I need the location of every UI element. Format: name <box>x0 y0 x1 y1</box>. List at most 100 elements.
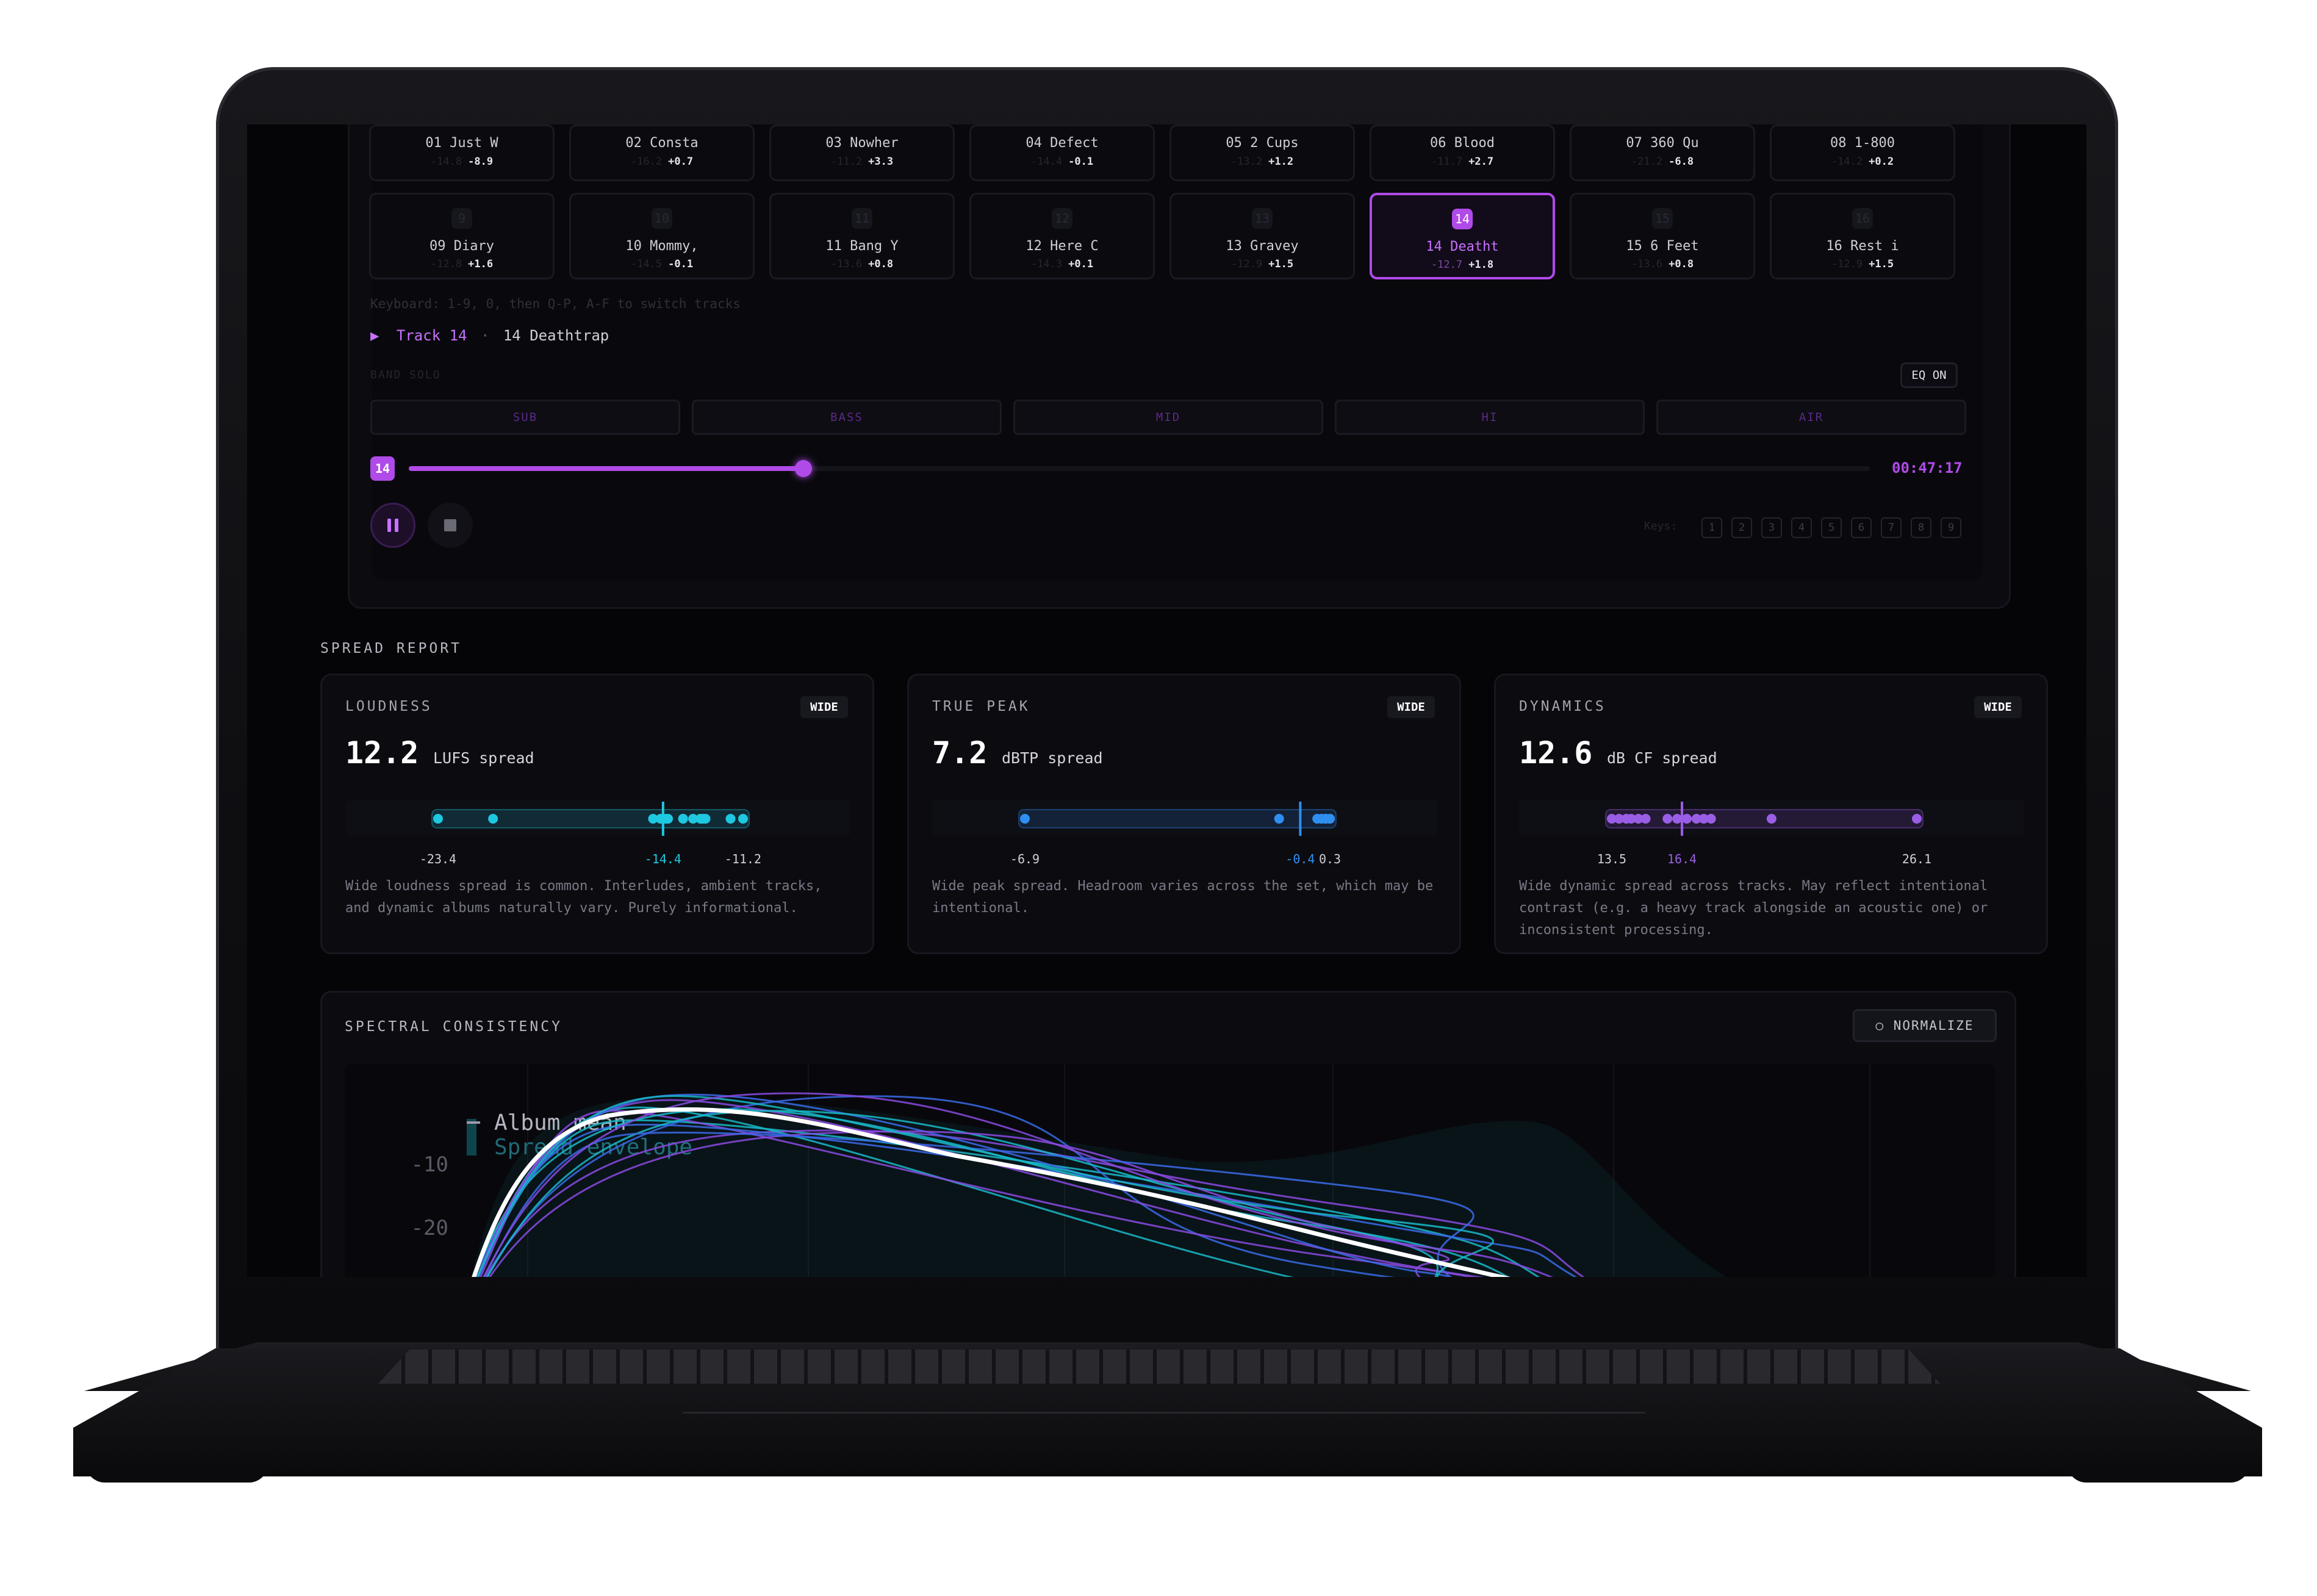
track-values: -14.8 -8.9 <box>371 156 553 168</box>
spread-min-label: -23.4 <box>420 852 456 866</box>
track-values: -14.3 +0.1 <box>971 258 1153 270</box>
pause-icon <box>387 519 398 532</box>
track-tile[interactable]: 01 Just W -14.8 -8.9 <box>369 124 555 181</box>
track-name: 10 Mommy, <box>625 239 699 254</box>
eq-toggle-button[interactable]: EQ ON <box>1900 362 1958 388</box>
track-tile[interactable]: 10 10 Mommy, -14.5 -0.1 <box>569 193 755 279</box>
spread-max-label: 26.1 <box>1902 852 1931 866</box>
track-name: 13 Gravey <box>1226 239 1299 254</box>
track-values: -11.7 +2.7 <box>1371 156 1553 168</box>
track-tile[interactable]: 02 Consta -16.2 +0.7 <box>569 124 755 181</box>
track-tile[interactable]: 11 11 Bang Y -13.6 +0.8 <box>769 193 955 279</box>
track-name: 11 Bang Y <box>825 239 899 254</box>
track-tile[interactable]: 12 12 Here C -14.3 +0.1 <box>969 193 1155 279</box>
spread-track-point <box>1640 814 1651 824</box>
key-9-button[interactable]: 9 <box>1941 517 1961 538</box>
y-tick-label: -10 <box>411 1152 448 1177</box>
track-delta: +0.1 <box>1068 258 1094 270</box>
spread-track-point <box>1706 814 1716 824</box>
key-6-button[interactable]: 6 <box>1851 517 1872 538</box>
track-delta: -0.1 <box>1068 156 1094 168</box>
spread-mean-label: 16.4 <box>1667 852 1697 866</box>
band-solo-hi-button[interactable]: HI <box>1335 400 1645 435</box>
key-7-button[interactable]: 7 <box>1881 517 1902 538</box>
track-values: -11.2 +3.3 <box>771 156 953 168</box>
spread-track-point <box>433 814 443 824</box>
band-solo-label: BAND SOLO <box>370 368 441 381</box>
track-tile[interactable]: 05 2 Cups -13.2 +1.2 <box>1169 124 1355 181</box>
spread-track-point <box>1912 814 1922 824</box>
spread-description: Wide peak spread. Headroom varies across… <box>932 879 1434 916</box>
spectral-plot: Album mean Spread envelope -10 -20 <box>345 1064 1995 1277</box>
spread-track-point <box>700 814 711 824</box>
track-delta: -8.9 <box>468 156 494 168</box>
track-number: 13 <box>1252 208 1273 229</box>
track-lufs: -14.5 <box>630 258 663 270</box>
track-tile[interactable]: 14 14 Deatht -12.7 +1.8 <box>1370 193 1555 279</box>
track-delta: +1.5 <box>1869 258 1894 270</box>
track-delta: +1.5 <box>1268 258 1294 270</box>
track-name: 01 Just W <box>425 135 498 151</box>
track-tile[interactable]: 06 Blood -11.7 +2.7 <box>1370 124 1555 181</box>
track-tile[interactable]: 07 360 Qu -21.2 -6.8 <box>1570 124 1755 181</box>
app-screen: 01 Just W -14.8 -8.9 02 Consta -16.2 +0.7 03 N… <box>247 124 2086 1277</box>
key-8-button[interactable]: 8 <box>1911 517 1931 538</box>
track-tile[interactable]: 04 Defect -14.4 -0.1 <box>969 124 1155 181</box>
track-name: 07 360 Qu <box>1626 135 1699 151</box>
key-2-button[interactable]: 2 <box>1731 517 1752 538</box>
key-4-button[interactable]: 4 <box>1791 517 1812 538</box>
normalize-toggle-button[interactable]: ○ NORMALIZE <box>1853 1009 1997 1042</box>
stop-icon <box>444 519 456 531</box>
spread-track-point <box>725 814 736 824</box>
track-values: -12.9 +1.5 <box>1171 258 1353 270</box>
now-playing-track-label: Track 14 <box>396 327 467 344</box>
playback-scrubber-handle[interactable] <box>794 460 812 477</box>
track-number: 9 <box>451 208 472 229</box>
track-tile[interactable]: 9 09 Diary -12.8 +1.6 <box>369 193 555 279</box>
spread-card-true-peak: TRUE PEAK WIDE 7.2 dBTP spread -6.9 -0.4 0.3 Wi… <box>907 674 1461 954</box>
track-values: -12.9 +1.5 <box>1772 258 1953 270</box>
track-tile[interactable]: 15 15 6 Feet -13.6 +0.8 <box>1570 193 1755 279</box>
band-solo-air-button[interactable]: AIR <box>1656 400 1966 435</box>
track-name: 09 Diary <box>429 239 494 254</box>
track-lufs: -14.2 <box>1831 156 1863 168</box>
key-3-button[interactable]: 3 <box>1761 517 1782 538</box>
laptop-trackpad <box>682 1380 1646 1414</box>
track-delta: +3.3 <box>868 156 894 168</box>
track-values: -14.4 -0.1 <box>971 156 1153 168</box>
track-values: -16.2 +0.7 <box>571 156 753 168</box>
track-tile[interactable]: 13 13 Gravey -12.9 +1.5 <box>1169 193 1355 279</box>
spread-max-label: 0.3 <box>1319 852 1341 866</box>
playback-progress-bar[interactable] <box>409 460 1870 477</box>
spread-track-point <box>1766 814 1776 824</box>
laptop-foot-right <box>2067 1463 2250 1483</box>
key-5-button[interactable]: 5 <box>1821 517 1842 538</box>
band-solo-mid-button[interactable]: MID <box>1013 400 1323 435</box>
track-values: -14.2 +0.2 <box>1772 156 1953 168</box>
pause-button[interactable] <box>370 503 415 548</box>
spread-range-bar <box>1605 809 1924 829</box>
key-1-button[interactable]: 1 <box>1701 517 1722 538</box>
track-name: 03 Nowher <box>825 135 899 151</box>
track-lufs: -14.3 <box>1030 258 1063 270</box>
spread-card-dynamics: DYNAMICS WIDE 12.6 dB CF spread 13.5 16.4 26.1… <box>1494 674 2048 954</box>
play-triangle-icon: ▶ <box>370 327 379 344</box>
track-lufs: -21.2 <box>1631 156 1663 168</box>
track-lufs: -13.6 <box>1631 258 1663 270</box>
track-number: 12 <box>1052 208 1072 229</box>
spread-min-label: 13.5 <box>1597 852 1626 866</box>
spectral-chart: Album meanSpread envelope-10-20 <box>411 1064 1870 1277</box>
spread-track-point <box>738 814 748 824</box>
stop-button[interactable] <box>428 503 473 548</box>
spread-range-bar <box>1018 809 1337 829</box>
spread-track-point <box>1672 814 1683 824</box>
track-tile[interactable]: 03 Nowher -11.2 +3.3 <box>769 124 955 181</box>
spread-min-label: -6.9 <box>1010 852 1040 866</box>
track-name: 04 Defect <box>1026 135 1099 151</box>
band-solo-sub-button[interactable]: SUB <box>370 400 680 435</box>
track-lufs: -14.8 <box>430 156 462 168</box>
track-tile[interactable]: 08 1-800 -14.2 +0.2 <box>1770 124 1955 181</box>
track-tile[interactable]: 16 16 Rest i -12.9 +1.5 <box>1770 193 1955 279</box>
band-solo-bass-button[interactable]: BASS <box>692 400 1002 435</box>
spread-description: Wide loudness spread is common. Interlud… <box>345 879 822 916</box>
